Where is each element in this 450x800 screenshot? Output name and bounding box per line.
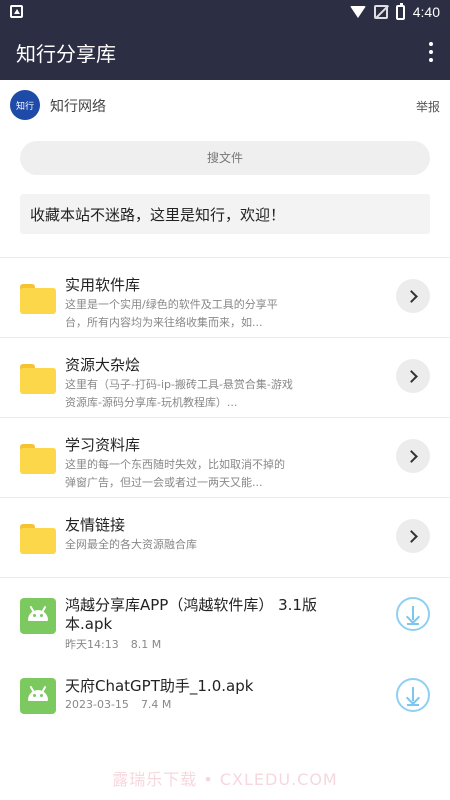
folder-description: 全网最全的各大资源融合库 xyxy=(65,538,197,551)
chevron-right-icon xyxy=(405,529,418,543)
folder-item[interactable]: 实用软件库 这里是一个实用/绿色的软件及工具的分享平 台，所有内容均为来往络收集而… xyxy=(0,258,450,338)
no-signal-icon xyxy=(373,5,388,19)
file-size: 7.4 M xyxy=(140,698,172,711)
file-item[interactable]: 天府ChatGPT助手_1.0.apk 2023-03-15 7.4 M xyxy=(0,660,450,740)
open-folder-button[interactable] xyxy=(396,519,430,553)
folder-description: 这里的每一个东西随时失效，比如取消不掉的 弹窗广告，但过一会或者过一两天又能... xyxy=(65,458,285,489)
folder-title: 友情链接 xyxy=(65,516,126,534)
open-folder-button[interactable] xyxy=(396,439,430,473)
folder-icon xyxy=(20,364,56,394)
file-date: 昨天14:13 xyxy=(65,638,119,651)
folder-icon xyxy=(20,524,56,554)
open-folder-button[interactable] xyxy=(396,359,430,393)
open-folder-button[interactable] xyxy=(396,279,430,313)
folder-item[interactable]: 资源大杂烩 这里有（马子-打码-ip-搬砖工具-悬赏合集-游戏 资源库-源码分享库… xyxy=(0,338,450,418)
download-button[interactable] xyxy=(396,678,430,712)
chevron-right-icon xyxy=(405,289,418,303)
download-icon xyxy=(405,609,421,625)
folder-item[interactable]: 学习资料库 这里的每一个东西随时失效，比如取消不掉的 弹窗广告，但过一会或者过一两… xyxy=(0,418,450,498)
wifi-icon xyxy=(349,6,366,18)
file-meta: 2023-03-15 7.4 M xyxy=(65,698,171,711)
folder-title: 资源大杂烩 xyxy=(65,356,141,374)
report-link[interactable]: 举报 xyxy=(416,98,440,115)
folder-title: 实用软件库 xyxy=(65,276,141,294)
search-input[interactable]: 搜文件 xyxy=(20,141,430,175)
file-item[interactable]: 鸿越分享库APP（鸿越软件库） 3.1版本.apk 昨天14:13 8.1 M xyxy=(0,580,450,660)
file-size: 8.1 M xyxy=(130,638,162,651)
battery-charging-icon xyxy=(395,2,405,20)
folder-item[interactable]: 友情链接 全网最全的各大资源融合库 xyxy=(0,498,450,578)
android-icon xyxy=(20,598,56,634)
notification-a-icon xyxy=(10,5,23,18)
download-icon xyxy=(405,690,421,706)
download-button[interactable] xyxy=(396,597,430,631)
file-name: 鸿越分享库APP（鸿越软件库） 3.1版本.apk xyxy=(65,596,317,633)
folder-icon xyxy=(20,444,56,474)
app-bar: 知行分享库 xyxy=(0,24,450,80)
publisher-name[interactable]: 知行网络 xyxy=(50,96,106,116)
file-date: 2023-03-15 xyxy=(65,698,129,711)
folder-description: 这里是一个实用/绿色的软件及工具的分享平 台，所有内容均为来往络收集而来，如... xyxy=(65,298,278,329)
folder-description: 这里有（马子-打码-ip-搬砖工具-悬赏合集-游戏 资源库-源码分享库-玩机教程库… xyxy=(65,378,293,409)
welcome-notice: 收藏本站不迷路，这里是知行，欢迎！ xyxy=(20,194,430,234)
clock: 4:40 xyxy=(412,4,440,20)
app-title: 知行分享库 xyxy=(16,42,116,66)
file-name: 天府ChatGPT助手_1.0.apk xyxy=(65,677,254,695)
android-icon xyxy=(20,678,56,714)
folder-title: 学习资料库 xyxy=(65,436,141,454)
chevron-right-icon xyxy=(405,369,418,383)
status-bar: 4:40 xyxy=(0,0,450,24)
file-meta: 昨天14:13 8.1 M xyxy=(65,636,161,652)
status-icons: 4:40 xyxy=(349,0,440,24)
folder-icon xyxy=(20,284,56,314)
publisher-row: 知行 知行网络 举报 xyxy=(0,80,450,132)
more-vert-icon[interactable] xyxy=(428,42,434,62)
chevron-right-icon xyxy=(405,449,418,463)
publisher-logo: 知行 xyxy=(10,90,40,120)
watermark: 露瑞乐下载 • CXLEDU.COM xyxy=(112,770,338,789)
